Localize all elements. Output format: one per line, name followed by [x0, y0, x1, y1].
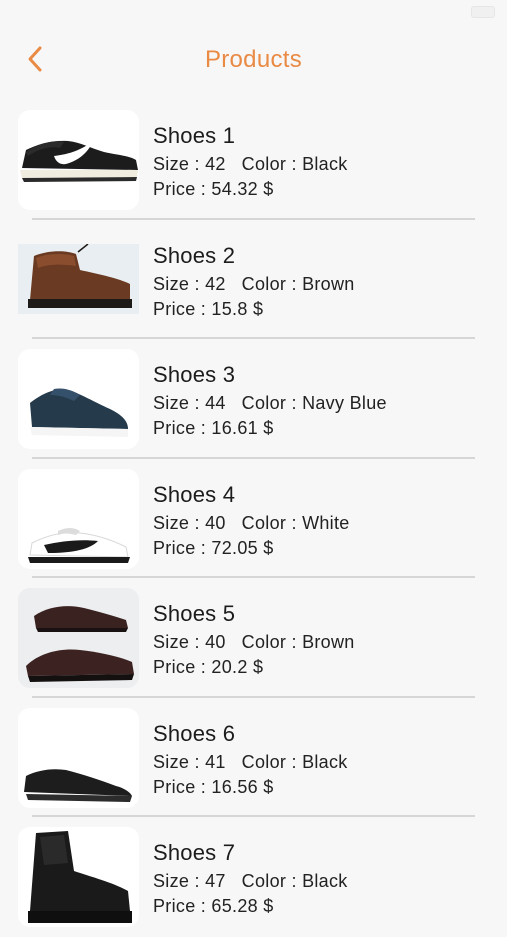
product-meta: Size : 41 Color : Black [153, 752, 348, 773]
product-name: Shoes 7 [153, 840, 236, 865]
product-price: Price : 65.28 $ [153, 896, 274, 916]
product-size: Size : 42 [153, 273, 226, 294]
product-color: Color : Black [241, 871, 348, 891]
product-color: Color : Black [241, 751, 348, 772]
product-name: Shoes 5 [153, 601, 236, 626]
product-meta: Size : 42 Color : Brown [153, 274, 355, 295]
product-meta: Size : 42 Color : Black [153, 154, 348, 175]
brown-leather-shoes-pair-icon [26, 606, 134, 682]
product-size: Size : 40 [153, 512, 226, 533]
product-meta: Size : 47 Color : Black [153, 871, 348, 892]
product-row[interactable]: Shoes 7 Size : 47 Color : Black Price : … [0, 817, 507, 937]
product-image [18, 110, 139, 210]
product-image [18, 707, 139, 808]
status-bar [0, 0, 507, 24]
product-name: Shoes 6 [153, 720, 236, 746]
product-price: Price : 15.8 $ [153, 298, 264, 319]
black-white-running-sneaker-icon [20, 140, 138, 182]
product-price: Price : 54.32 $ [153, 179, 274, 199]
black-boot-icon [28, 831, 132, 923]
product-name: Shoes 3 [153, 362, 236, 387]
product-image [18, 588, 139, 688]
product-meta: Size : 44 Color : Navy Blue [153, 393, 387, 414]
product-image [18, 243, 139, 314]
product-price: Price : 72.05 $ [153, 537, 274, 558]
product-image [18, 349, 139, 449]
product-list: Shoes 1 Size : 42 Color : Black Price : … [0, 100, 507, 937]
product-row[interactable]: Shoes 5 Size : 40 Color : Brown Price : … [0, 578, 507, 698]
white-black-sneaker-icon [28, 527, 130, 563]
product-color: Color : White [241, 512, 350, 533]
brown-leather-boot-icon [18, 243, 139, 314]
product-color: Color : Brown [241, 632, 355, 652]
page-title: Products [204, 46, 303, 73]
product-row[interactable]: Shoes 1 Size : 42 Color : Black Price : … [0, 100, 507, 220]
product-size: Size : 47 [153, 871, 226, 891]
product-name: Shoes 1 [153, 123, 236, 148]
product-size: Size : 40 [153, 632, 226, 652]
product-color: Color : Navy Blue [241, 393, 387, 413]
product-price: Price : 20.2 $ [153, 657, 264, 677]
product-size: Size : 44 [153, 393, 226, 413]
product-meta: Size : 40 Color : White [153, 513, 350, 534]
battery-icon [471, 6, 495, 18]
product-meta: Size : 40 Color : Brown [153, 632, 355, 653]
product-row[interactable]: Shoes 2 Size : 42 Color : Brown Price : … [0, 220, 507, 339]
product-name: Shoes 4 [153, 481, 236, 507]
product-row[interactable]: Shoes 6 Size : 41 Color : Black Price : … [0, 698, 507, 817]
product-price: Price : 16.61 $ [153, 418, 274, 438]
product-row[interactable]: Shoes 3 Size : 44 Color : Navy Blue Pric… [0, 339, 507, 459]
product-size: Size : 41 [153, 751, 226, 772]
product-color: Color : Black [241, 154, 348, 174]
navy-blue-sneaker-icon [30, 388, 128, 437]
product-price: Price : 16.56 $ [153, 776, 274, 797]
product-name: Shoes 2 [153, 242, 236, 268]
nav-bar: Products [0, 30, 507, 90]
black-sneaker-icon [24, 768, 132, 802]
product-row[interactable]: Shoes 4 Size : 40 Color : White Price : … [0, 459, 507, 578]
product-image [18, 827, 139, 927]
product-size: Size : 42 [153, 154, 226, 174]
product-image [18, 468, 139, 569]
product-color: Color : Brown [241, 273, 355, 294]
